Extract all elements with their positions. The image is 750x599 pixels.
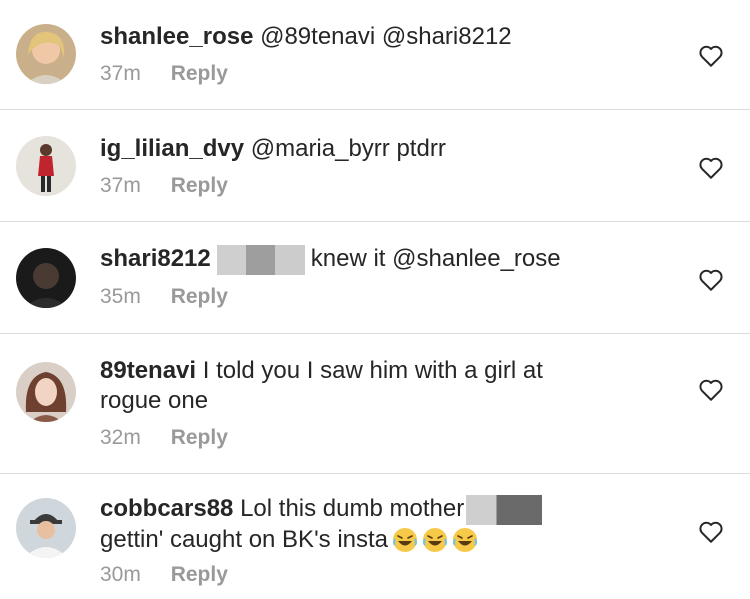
comment-body-line1: Lol this dumb mother [240, 495, 465, 522]
timestamp: 35m [100, 284, 141, 308]
redacted-text [216, 244, 305, 275]
comment-text: 89tenavi I told you I saw him with a gir… [100, 356, 680, 416]
comment-text: ig_lilian_dvy @maria_byrr ptdrr [100, 134, 680, 164]
reply-button[interactable]: Reply [171, 563, 228, 586]
redacted-text [466, 494, 543, 525]
comment-body-line1: I told you I saw him with a girl at [202, 357, 543, 384]
heart-icon[interactable] [698, 44, 724, 68]
comment-item: cobbcars88 Lol this dumb mother gettin' c… [0, 474, 750, 599]
timestamp: 37m [100, 174, 141, 197]
avatar[interactable] [16, 362, 76, 422]
heart-icon[interactable] [698, 268, 724, 292]
comment-item: shanlee_rose @89tenavi @shari8212 37m Re… [0, 0, 750, 110]
comment-item: shari8212 knew it @shanlee_rose 35m Reply [0, 222, 750, 334]
reply-button[interactable]: Reply [171, 62, 228, 85]
avatar[interactable] [16, 136, 76, 196]
timestamp: 32m [100, 426, 141, 449]
username[interactable]: 89tenavi [100, 357, 196, 384]
comment-body-line2: gettin' caught on BK's insta [100, 525, 389, 553]
username[interactable]: ig_lilian_dvy [100, 135, 244, 162]
comment-body: knew it @shanlee_rose [310, 245, 561, 272]
comments-list: shanlee_rose @89tenavi @shari8212 37m Re… [0, 0, 750, 599]
username[interactable]: shari8212 [100, 245, 211, 272]
username[interactable]: cobbcars88 [100, 495, 233, 522]
username[interactable]: shanlee_rose [100, 23, 253, 50]
reply-button[interactable]: Reply [171, 285, 228, 308]
timestamp: 30m [100, 562, 141, 586]
comment-text: shanlee_rose @89tenavi @shari8212 [100, 22, 680, 52]
avatar[interactable] [16, 24, 76, 84]
laughing-emoji-icon [393, 528, 418, 553]
reply-button[interactable]: Reply [171, 174, 228, 197]
heart-icon[interactable] [698, 520, 724, 544]
reply-button[interactable]: Reply [171, 426, 228, 449]
comment-body: @maria_byrr ptdrr [250, 135, 446, 162]
comment-body: @89tenavi @shari8212 [260, 23, 512, 50]
avatar[interactable] [16, 498, 76, 558]
heart-icon[interactable] [698, 378, 724, 402]
comment-text: cobbcars88 Lol this dumb mother gettin' c… [100, 494, 680, 555]
comment-item: ig_lilian_dvy @maria_byrr ptdrr 37m Repl… [0, 110, 750, 222]
timestamp: 37m [100, 62, 141, 85]
avatar[interactable] [16, 248, 76, 308]
heart-icon[interactable] [698, 156, 724, 180]
laughing-emoji-icon [453, 528, 478, 553]
comment-body-line2: rogue one [100, 387, 209, 414]
comment-item: 89tenavi I told you I saw him with a gir… [0, 334, 750, 474]
comment-text: shari8212 knew it @shanlee_rose [100, 244, 680, 275]
laughing-emoji-icon [423, 528, 448, 553]
